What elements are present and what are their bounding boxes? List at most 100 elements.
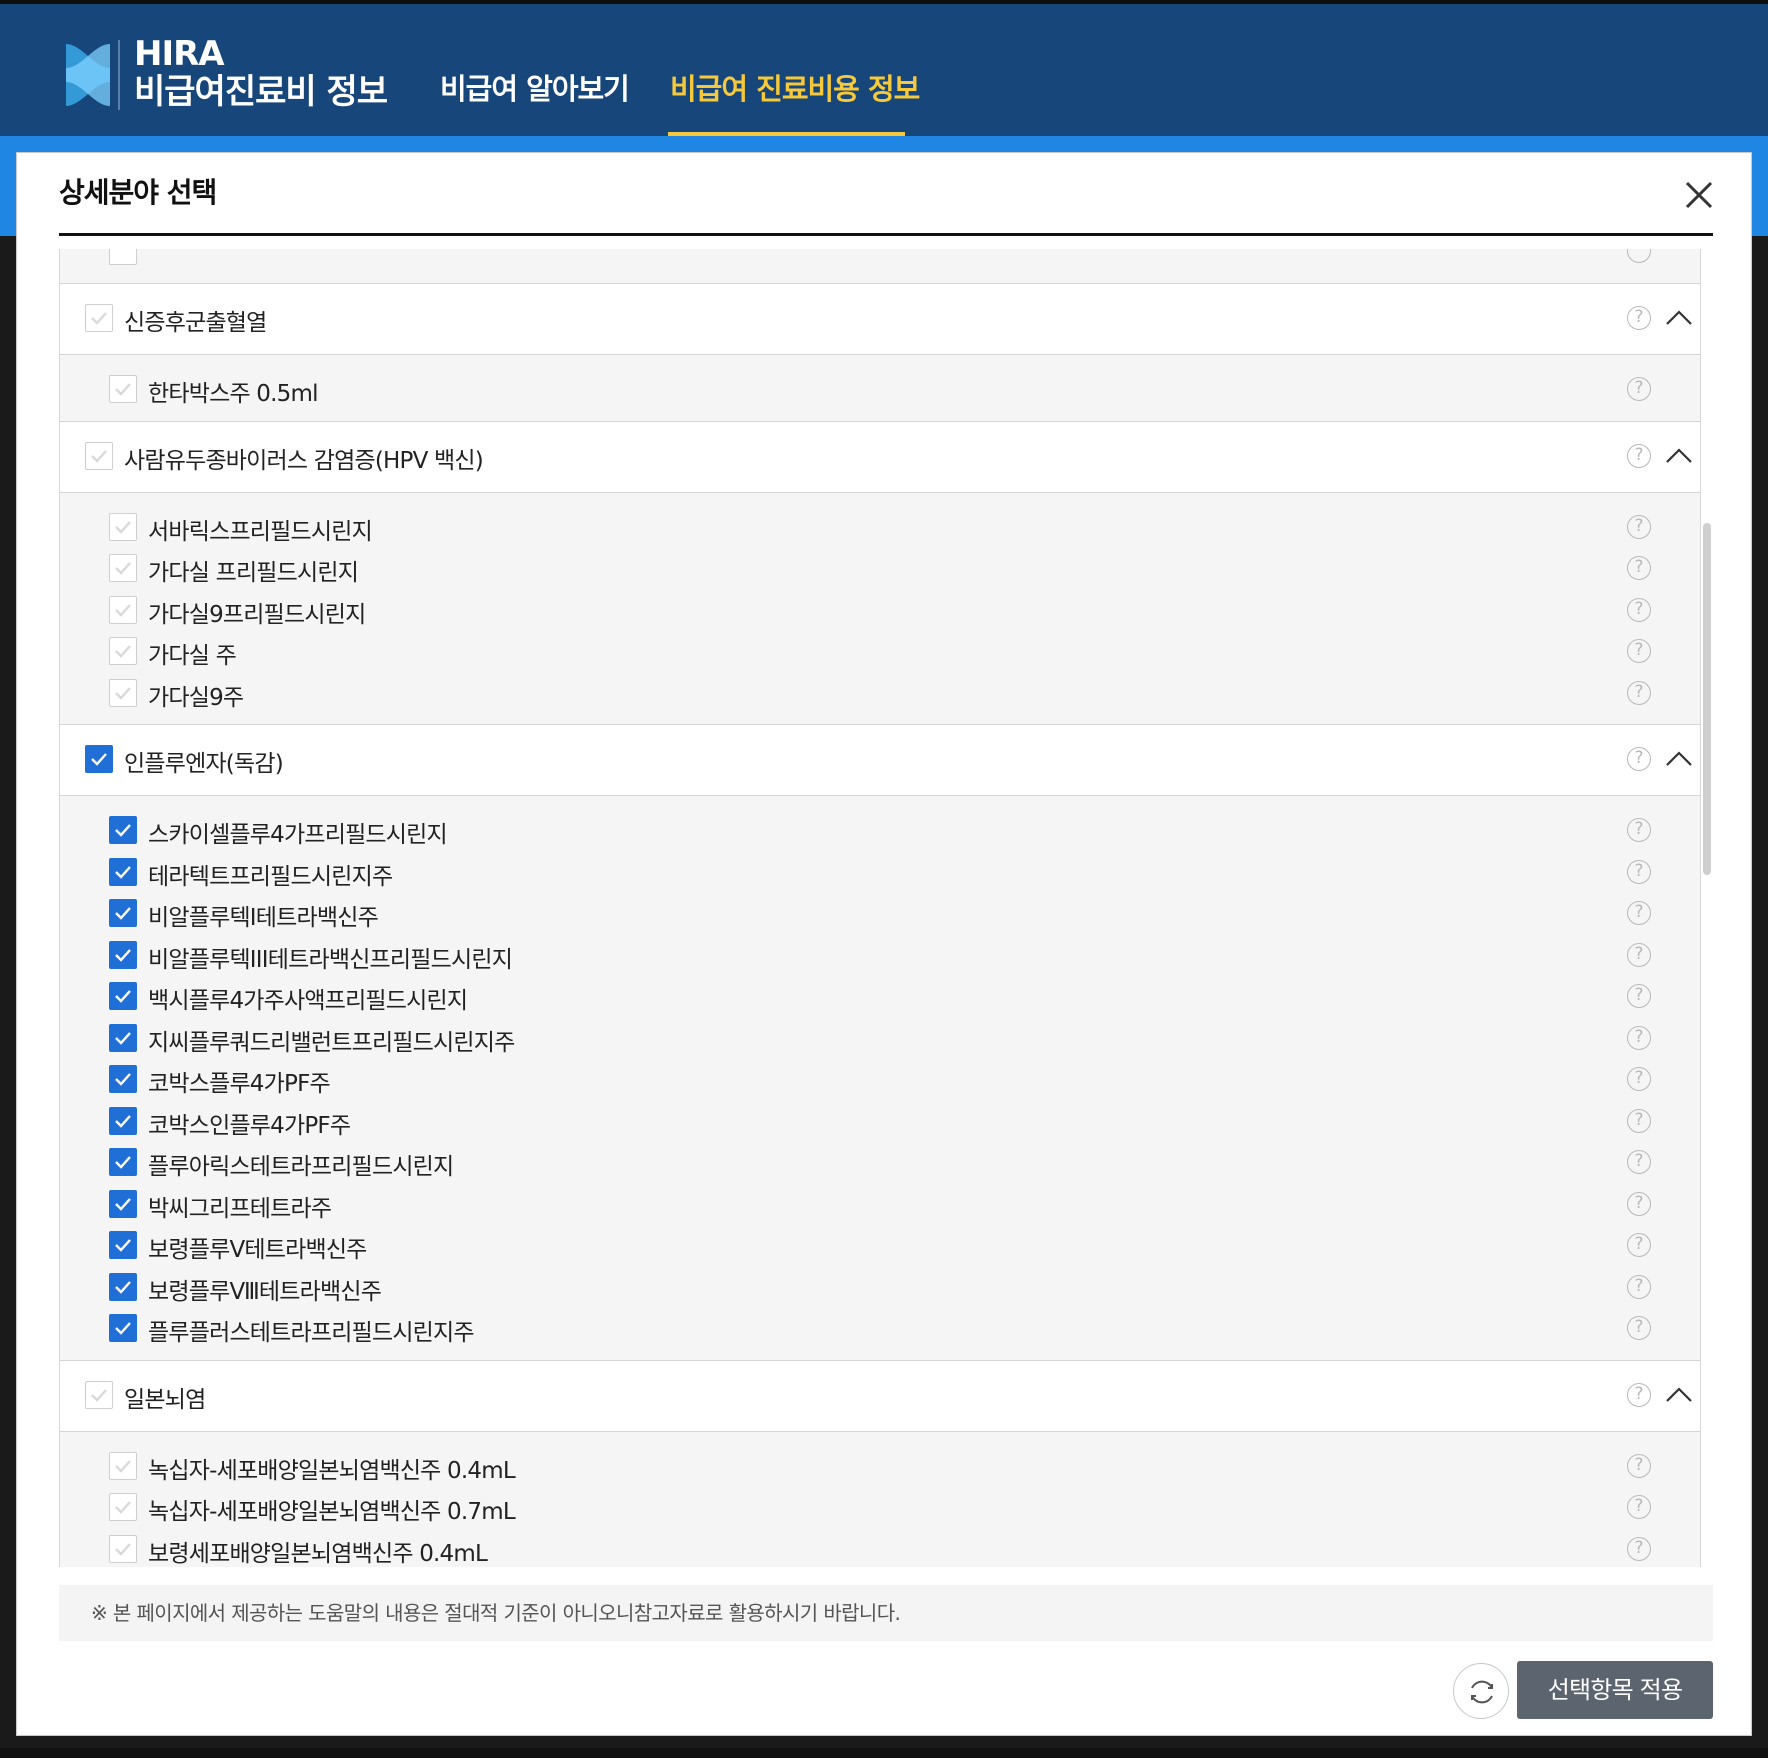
- checkbox-checked[interactable]: [109, 899, 137, 927]
- category-item-row[interactable]: 서바릭스프리필드시린지?: [60, 505, 1700, 547]
- help-icon[interactable]: ?: [1627, 680, 1651, 705]
- help-icon[interactable]: ?: [1627, 1067, 1651, 1091]
- category-item-row[interactable]: 가다실 프리필드시린지?: [60, 546, 1700, 588]
- category-item-row[interactable]: 비알플루텍III테트라백신프리필드시린지?: [60, 933, 1700, 975]
- category-group-row[interactable]: 인플루엔자(독감)?: [60, 725, 1700, 796]
- checkbox-checked[interactable]: [109, 1148, 137, 1176]
- category-group-row[interactable]: 신증후군출혈열?: [60, 284, 1700, 355]
- checkbox-checked[interactable]: [109, 816, 137, 844]
- category-item-label: 박씨그리프테트라주: [148, 1195, 332, 1222]
- checkbox[interactable]: [109, 375, 137, 403]
- category-item-label: 보령세포배양일본뇌염백신주 0.4mL: [148, 1540, 488, 1567]
- checkbox[interactable]: [109, 1493, 137, 1521]
- checkbox[interactable]: [85, 1380, 113, 1409]
- help-icon[interactable]: ?: [1627, 1274, 1651, 1299]
- nav-tab-cost-info[interactable]: 비급여 진료비용 정보: [670, 66, 920, 108]
- checkbox-checked[interactable]: [109, 1023, 137, 1052]
- help-icon[interactable]: ?: [1627, 859, 1651, 884]
- help-icon[interactable]: ?: [1627, 1453, 1651, 1478]
- help-icon[interactable]: ?: [1627, 942, 1651, 967]
- category-item-row[interactable]: 보령플루Ⅷ테트라백신주?: [60, 1265, 1700, 1307]
- category-item-row[interactable]: 코박스인플루4가PF주?: [60, 1099, 1700, 1141]
- checkbox[interactable]: [109, 1534, 137, 1563]
- checkbox-checked[interactable]: [109, 1272, 137, 1301]
- category-item-row[interactable]: 플루플러스테트라프리필드시린지주?: [60, 1306, 1700, 1348]
- help-icon[interactable]: ?: [1627, 1191, 1651, 1216]
- chevron-up-icon[interactable]: [1663, 747, 1695, 771]
- checkbox[interactable]: [109, 637, 137, 665]
- help-icon[interactable]: ?: [1627, 377, 1651, 401]
- help-icon[interactable]: ?: [1627, 556, 1651, 580]
- help-icon[interactable]: ?: [1627, 514, 1651, 539]
- help-icon[interactable]: ?: [1627, 901, 1651, 925]
- checkbox-checked[interactable]: [109, 1065, 137, 1093]
- checkbox[interactable]: [109, 512, 137, 541]
- help-icon[interactable]: ?: [1627, 1382, 1651, 1407]
- help-icon[interactable]: ?: [1627, 1150, 1651, 1174]
- help-icon[interactable]: ?: [1627, 597, 1651, 622]
- reset-button[interactable]: [1453, 1663, 1509, 1719]
- checkbox[interactable]: [85, 441, 113, 470]
- help-icon[interactable]: ?: [1627, 443, 1651, 468]
- help-icon[interactable]: ?: [1627, 639, 1651, 663]
- category-item-label: 스카이셀플루4가프리필드시린지: [148, 822, 448, 848]
- category-item-row[interactable]: 한타박스주 0.5ml?: [60, 367, 1700, 409]
- category-item-row[interactable]: 가다실 주?: [60, 629, 1700, 671]
- checkbox-checked[interactable]: [109, 857, 137, 886]
- checkbox-checked[interactable]: [109, 1189, 137, 1218]
- category-items: 스카이셀플루4가프리필드시린지? 테라텍트프리필드시린지주? 비알플루텍I테트라백신…: [60, 796, 1700, 1361]
- category-item-row[interactable]: 보령플루Ⅴ테트라백신주?: [60, 1223, 1700, 1265]
- help-icon[interactable]: ?: [1627, 984, 1651, 1008]
- help-icon[interactable]: ?: [1627, 1233, 1651, 1257]
- category-item-row[interactable]: 백시플루4가주사액프리필드시린지?: [60, 974, 1700, 1016]
- close-icon[interactable]: [1681, 177, 1717, 213]
- help-icon[interactable]: [1627, 249, 1651, 263]
- category-item-row[interactable]: 박씨그리프테트라주?: [60, 1182, 1700, 1224]
- category-item-row[interactable]: 녹십자-세포배양일본뇌염백신주 0.7mL?: [60, 1485, 1700, 1527]
- checkbox[interactable]: [109, 1451, 137, 1480]
- checkbox[interactable]: [109, 595, 137, 624]
- checkbox-checked[interactable]: [109, 1106, 137, 1135]
- category-item-row[interactable]: 보령세포배양일본뇌염백신주 0.4mL?: [60, 1527, 1700, 1568]
- help-icon[interactable]: ?: [1627, 1025, 1651, 1050]
- hira-logo-icon: [66, 44, 110, 106]
- checkbox-checked[interactable]: [109, 982, 137, 1010]
- category-item-row[interactable]: 가다실9프리필드시린지?: [60, 588, 1700, 630]
- category-item-row[interactable]: 코박스플루4가PF주?: [60, 1057, 1700, 1099]
- help-icon[interactable]: ?: [1627, 1536, 1651, 1561]
- category-group-label: 사람유두종바이러스 감염증(HPV 백신): [124, 447, 484, 474]
- brand[interactable]: HIRA 비급여진료비 정보: [134, 36, 388, 112]
- category-list[interactable]: 신증후군출혈열? 한타박스주 0.5ml? 사람유두종바이러스 감염증(HPV 백신…: [59, 249, 1701, 1567]
- category-item-row[interactable]: 지씨플루쿼드리밸런트프리필드시린지주?: [60, 1016, 1700, 1058]
- chevron-up-icon[interactable]: [1663, 1383, 1695, 1407]
- help-icon[interactable]: ?: [1627, 1495, 1651, 1519]
- help-icon[interactable]: ?: [1627, 747, 1651, 771]
- checkbox-checked[interactable]: [109, 940, 137, 969]
- checkbox[interactable]: [109, 554, 137, 582]
- category-item-row[interactable]: 플루아릭스테트라프리필드시린지?: [60, 1140, 1700, 1182]
- category-group-row[interactable]: 사람유두종바이러스 감염증(HPV 백신)?: [60, 421, 1700, 493]
- help-icon[interactable]: ?: [1627, 818, 1651, 842]
- checkbox-checked[interactable]: [109, 1231, 137, 1259]
- category-item-label: 보령플루Ⅴ테트라백신주: [148, 1237, 367, 1263]
- category-item-row[interactable]: 비알플루텍I테트라백신주?: [60, 891, 1700, 933]
- chevron-up-icon[interactable]: [1663, 444, 1695, 468]
- nav-tab-overview[interactable]: 비급여 알아보기: [440, 66, 630, 108]
- category-item-row[interactable]: 스카이셀플루4가프리필드시린지?: [60, 808, 1700, 850]
- category-item-label: 비알플루텍III테트라백신프리필드시린지: [148, 946, 513, 973]
- checkbox-checked[interactable]: [85, 745, 113, 773]
- category-item-row[interactable]: 가다실9주?: [60, 671, 1700, 713]
- help-icon[interactable]: ?: [1627, 1108, 1651, 1133]
- help-icon[interactable]: ?: [1627, 306, 1651, 330]
- checkbox[interactable]: [109, 678, 137, 707]
- checkbox[interactable]: [109, 249, 137, 265]
- category-group-row[interactable]: 일본뇌염?: [60, 1360, 1700, 1432]
- apply-selection-button[interactable]: 선택항목 적용: [1517, 1661, 1713, 1719]
- category-item-row[interactable]: 녹십자-세포배양일본뇌염백신주 0.4mL?: [60, 1444, 1700, 1486]
- checkbox-checked[interactable]: [109, 1314, 137, 1342]
- category-item-row[interactable]: 테라텍트프리필드시린지주?: [60, 850, 1700, 892]
- help-icon[interactable]: ?: [1627, 1316, 1651, 1340]
- checkbox[interactable]: [85, 304, 113, 332]
- list-scrollbar-thumb[interactable]: [1703, 523, 1711, 875]
- chevron-up-icon[interactable]: [1663, 306, 1695, 330]
